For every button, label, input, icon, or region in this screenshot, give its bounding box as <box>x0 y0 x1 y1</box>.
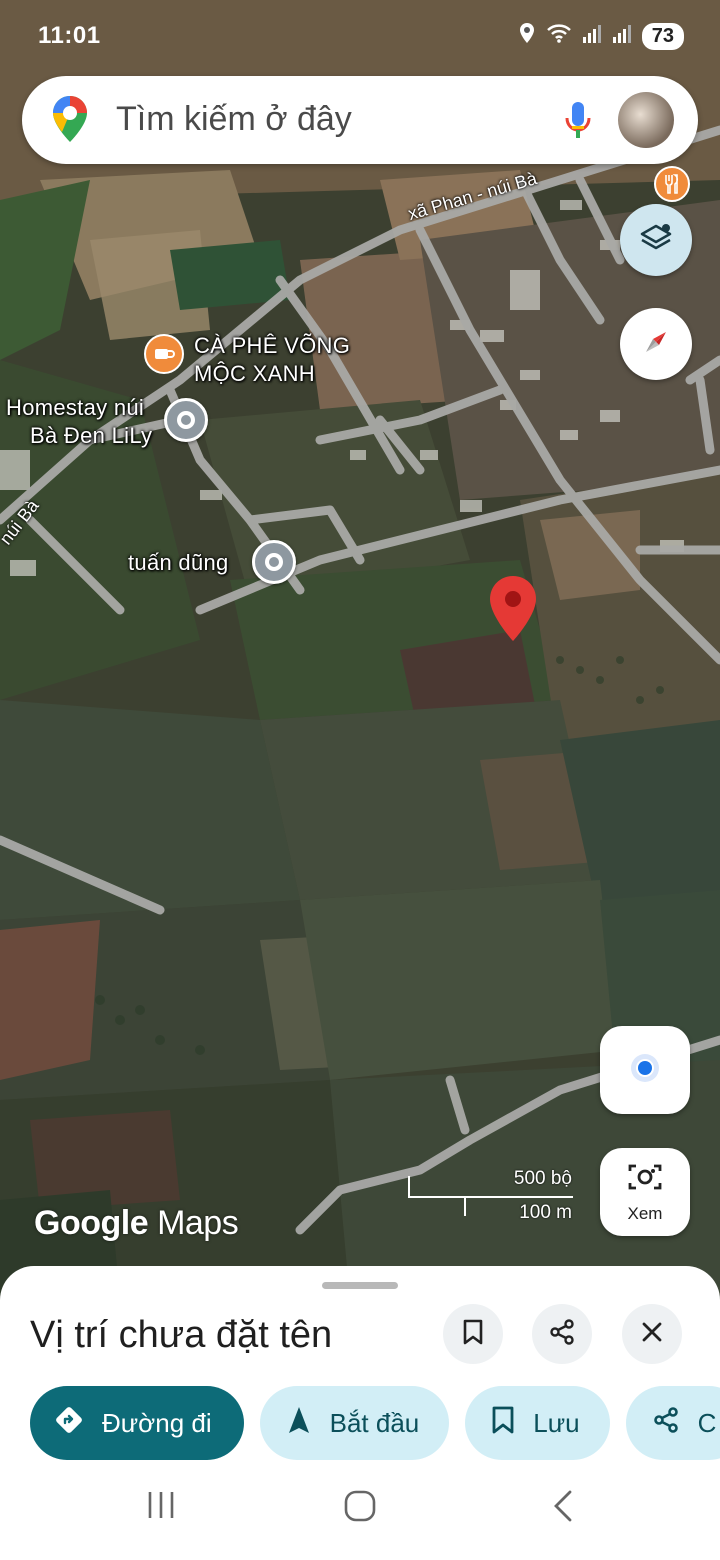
save-chip-button[interactable]: Lưu <box>465 1386 610 1460</box>
location-status-icon <box>518 22 536 50</box>
place-label-tuan-dung[interactable]: tuấn dũng <box>128 550 229 576</box>
close-sheet-button[interactable] <box>622 1304 682 1364</box>
navigation-arrow-icon <box>286 1405 312 1442</box>
place-label-homestay-line2: Bà Đen LiLy <box>30 423 153 448</box>
scale-line <box>408 1196 573 1198</box>
start-navigation-button[interactable]: Bắt đầu <box>259 1386 450 1460</box>
save-place-button[interactable] <box>443 1304 503 1364</box>
google-maps-logo: Google Maps <box>34 1204 239 1243</box>
logo-word-maps: Maps <box>157 1204 239 1242</box>
account-avatar[interactable] <box>618 92 674 148</box>
my-location-button[interactable] <box>600 1026 690 1114</box>
camera-scan-icon <box>627 1161 663 1198</box>
place-pin-icon[interactable] <box>252 540 296 584</box>
place-label-homestay[interactable]: Homestay núi Bà Đen LiLy <box>6 394 152 450</box>
search-input[interactable]: Tìm kiếm ở đây <box>116 100 352 139</box>
scale-tick <box>464 1196 466 1216</box>
compass-icon <box>636 322 676 367</box>
google-maps-pin-icon <box>50 94 90 149</box>
view-button-label: Xem <box>627 1203 663 1223</box>
system-navigation-bar <box>0 1470 720 1560</box>
status-time: 11:01 <box>38 22 101 49</box>
battery-indicator: 73 <box>641 22 684 50</box>
status-bar: 11:01 73 <box>0 0 720 70</box>
bookmark-icon <box>491 1406 515 1441</box>
share-chip-button[interactable]: C <box>625 1386 720 1460</box>
wifi-icon <box>546 23 572 49</box>
directions-button[interactable]: Đường đi <box>30 1386 244 1460</box>
share-chip-label: C <box>697 1407 717 1438</box>
home-icon[interactable] <box>344 1490 376 1527</box>
start-navigation-label: Bắt đầu <box>329 1407 420 1438</box>
place-label-homestay-line1: Homestay núi <box>6 395 145 420</box>
logo-word-google: Google <box>34 1204 149 1242</box>
bookmark-icon <box>462 1319 484 1350</box>
place-title: Vị trí chưa đặt tên <box>30 1314 333 1356</box>
signal-icon-1 <box>582 23 602 49</box>
share-icon <box>548 1318 576 1351</box>
directions-label: Đường đi <box>102 1407 212 1438</box>
status-icons: 73 <box>518 22 684 50</box>
place-label-cafe-line1: CÀ PHÊ VÕNG <box>194 333 351 358</box>
compass-button[interactable] <box>620 308 692 380</box>
save-chip-label: Lưu <box>533 1407 580 1438</box>
place-label-cafe-line2: MỘC XANH <box>194 361 315 386</box>
map-scale: 500 bộ 100 m <box>408 1166 578 1226</box>
dropped-pin-icon[interactable] <box>488 574 538 649</box>
layers-icon <box>638 220 674 261</box>
scale-metric: 100 m <box>519 1202 572 1223</box>
satellite-map[interactable]: 11:01 73 Tìm kiếm ở đây xã Phan - núi Bà… <box>0 0 720 1300</box>
microphone-icon[interactable] <box>562 100 594 147</box>
my-location-icon <box>625 1048 665 1093</box>
signal-icon-2 <box>612 23 632 49</box>
recent-apps-icon[interactable] <box>146 1490 176 1525</box>
directions-icon <box>54 1405 84 1442</box>
search-bar[interactable]: Tìm kiếm ở đây <box>22 76 698 164</box>
restaurant-poi-icon[interactable] <box>654 166 690 202</box>
scale-tick <box>408 1176 410 1196</box>
place-pin-icon[interactable] <box>164 398 208 442</box>
sheet-drag-handle[interactable] <box>322 1282 398 1289</box>
place-label-cafe[interactable]: CÀ PHÊ VÕNG MỘC XANH <box>194 332 350 388</box>
layers-button[interactable] <box>620 204 692 276</box>
close-icon <box>641 1321 663 1348</box>
view-button[interactable]: Xem <box>600 1148 690 1236</box>
share-icon <box>652 1406 680 1441</box>
action-chip-row: Đường đi Bắt đầu Lưu C <box>30 1386 720 1460</box>
back-icon[interactable] <box>550 1490 576 1527</box>
coffee-icon[interactable] <box>144 334 184 374</box>
share-place-button[interactable] <box>532 1304 592 1364</box>
scale-imperial: 500 bộ <box>513 1168 572 1189</box>
